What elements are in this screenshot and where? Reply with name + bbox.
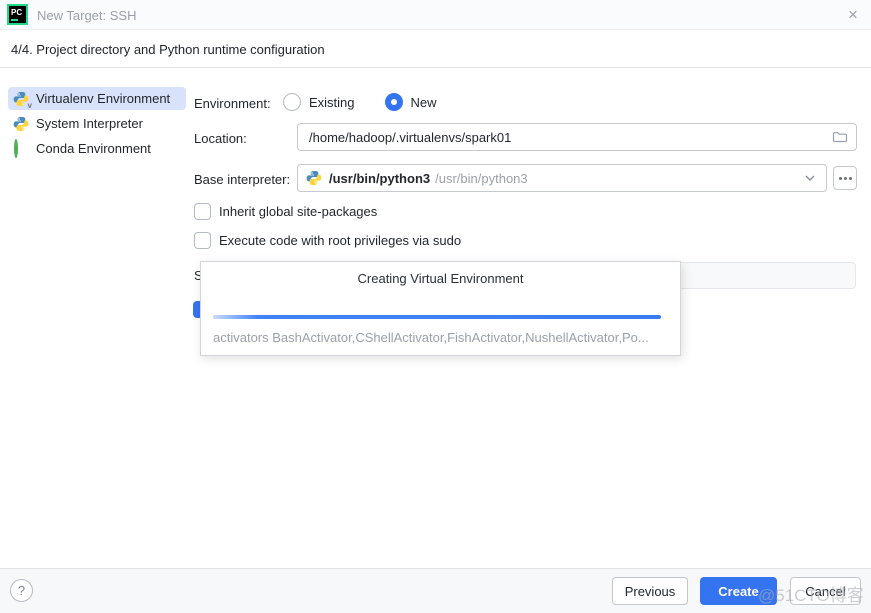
step-title: 4/4. Project directory and Python runtim… <box>11 41 325 57</box>
cancel-button[interactable]: Cancel <box>790 577 861 605</box>
radio-existing-label[interactable]: Existing <box>309 95 355 110</box>
environment-label: Environment: <box>194 96 271 111</box>
pycharm-logo-text: PC <box>11 7 23 17</box>
sidebar-item-label: Virtualenv Environment <box>36 91 171 106</box>
sidebar-item-label: Conda Environment <box>36 141 151 156</box>
pycharm-logo-underscore <box>11 18 18 21</box>
progress-status-text: activators BashActivator,CShellActivator… <box>213 330 649 345</box>
inherit-site-packages-row: Inherit global site-packages <box>194 203 377 220</box>
wizard-step-header: 4/4. Project directory and Python runtim… <box>0 31 871 68</box>
radio-new-label[interactable]: New <box>411 95 437 110</box>
python-icon <box>13 116 29 132</box>
sudo-privileges-label[interactable]: Execute code with root privileges via su… <box>219 233 461 248</box>
create-button[interactable]: Create <box>700 577 777 605</box>
base-interpreter-label: Base interpreter: <box>194 172 291 187</box>
python-icon <box>306 170 322 186</box>
environment-radio-group: Existing New <box>283 93 467 111</box>
location-input[interactable]: /home/hadoop/.virtualenvs/spark01 <box>297 123 857 151</box>
inherit-site-packages-checkbox[interactable] <box>194 203 211 220</box>
close-icon[interactable]: × <box>843 5 863 25</box>
sidebar-item-virtualenv[interactable]: v Virtualenv Environment <box>8 87 186 110</box>
title-bar: PC New Target: SSH × <box>0 0 871 30</box>
location-value: /home/hadoop/.virtualenvs/spark01 <box>309 129 512 145</box>
sudo-privileges-checkbox[interactable] <box>194 232 211 249</box>
base-interpreter-combobox[interactable]: /usr/bin/python3 /usr/bin/python3 <box>297 164 827 192</box>
sudo-privileges-row: Execute code with root privileges via su… <box>194 232 461 249</box>
sidebar-item-system-interpreter[interactable]: System Interpreter <box>8 112 186 135</box>
window-title: New Target: SSH <box>37 8 137 23</box>
virtualenv-badge: v <box>27 100 32 110</box>
sidebar-item-conda[interactable]: Conda Environment <box>8 137 186 160</box>
folder-icon[interactable] <box>832 129 848 145</box>
progress-popup-title: Creating Virtual Environment <box>357 271 524 286</box>
radio-existing[interactable] <box>283 93 301 111</box>
sidebar-item-label: System Interpreter <box>36 116 143 131</box>
radio-new[interactable] <box>384 93 403 111</box>
environment-type-sidebar: v Virtualenv Environment System Interpre… <box>0 86 190 162</box>
previous-button[interactable]: Previous <box>612 577 688 605</box>
chevron-down-icon[interactable] <box>802 170 818 186</box>
browse-interpreter-button[interactable] <box>833 166 857 190</box>
python-virtualenv-icon: v <box>13 91 32 110</box>
base-interpreter-path-hint: /usr/bin/python3 <box>435 170 528 186</box>
pycharm-logo-icon: PC <box>7 4 28 25</box>
new-target-ssh-dialog: PC New Target: SSH × 4/4. Project direct… <box>0 0 871 613</box>
location-label: Location: <box>194 131 247 146</box>
help-icon[interactable]: ? <box>10 579 33 602</box>
creating-venv-progress-popup: Creating Virtual Environment activators … <box>200 261 681 356</box>
base-interpreter-path: /usr/bin/python3 <box>329 170 431 186</box>
conda-icon <box>13 138 29 158</box>
inherit-site-packages-label[interactable]: Inherit global site-packages <box>219 204 377 219</box>
progress-bar <box>213 315 661 319</box>
